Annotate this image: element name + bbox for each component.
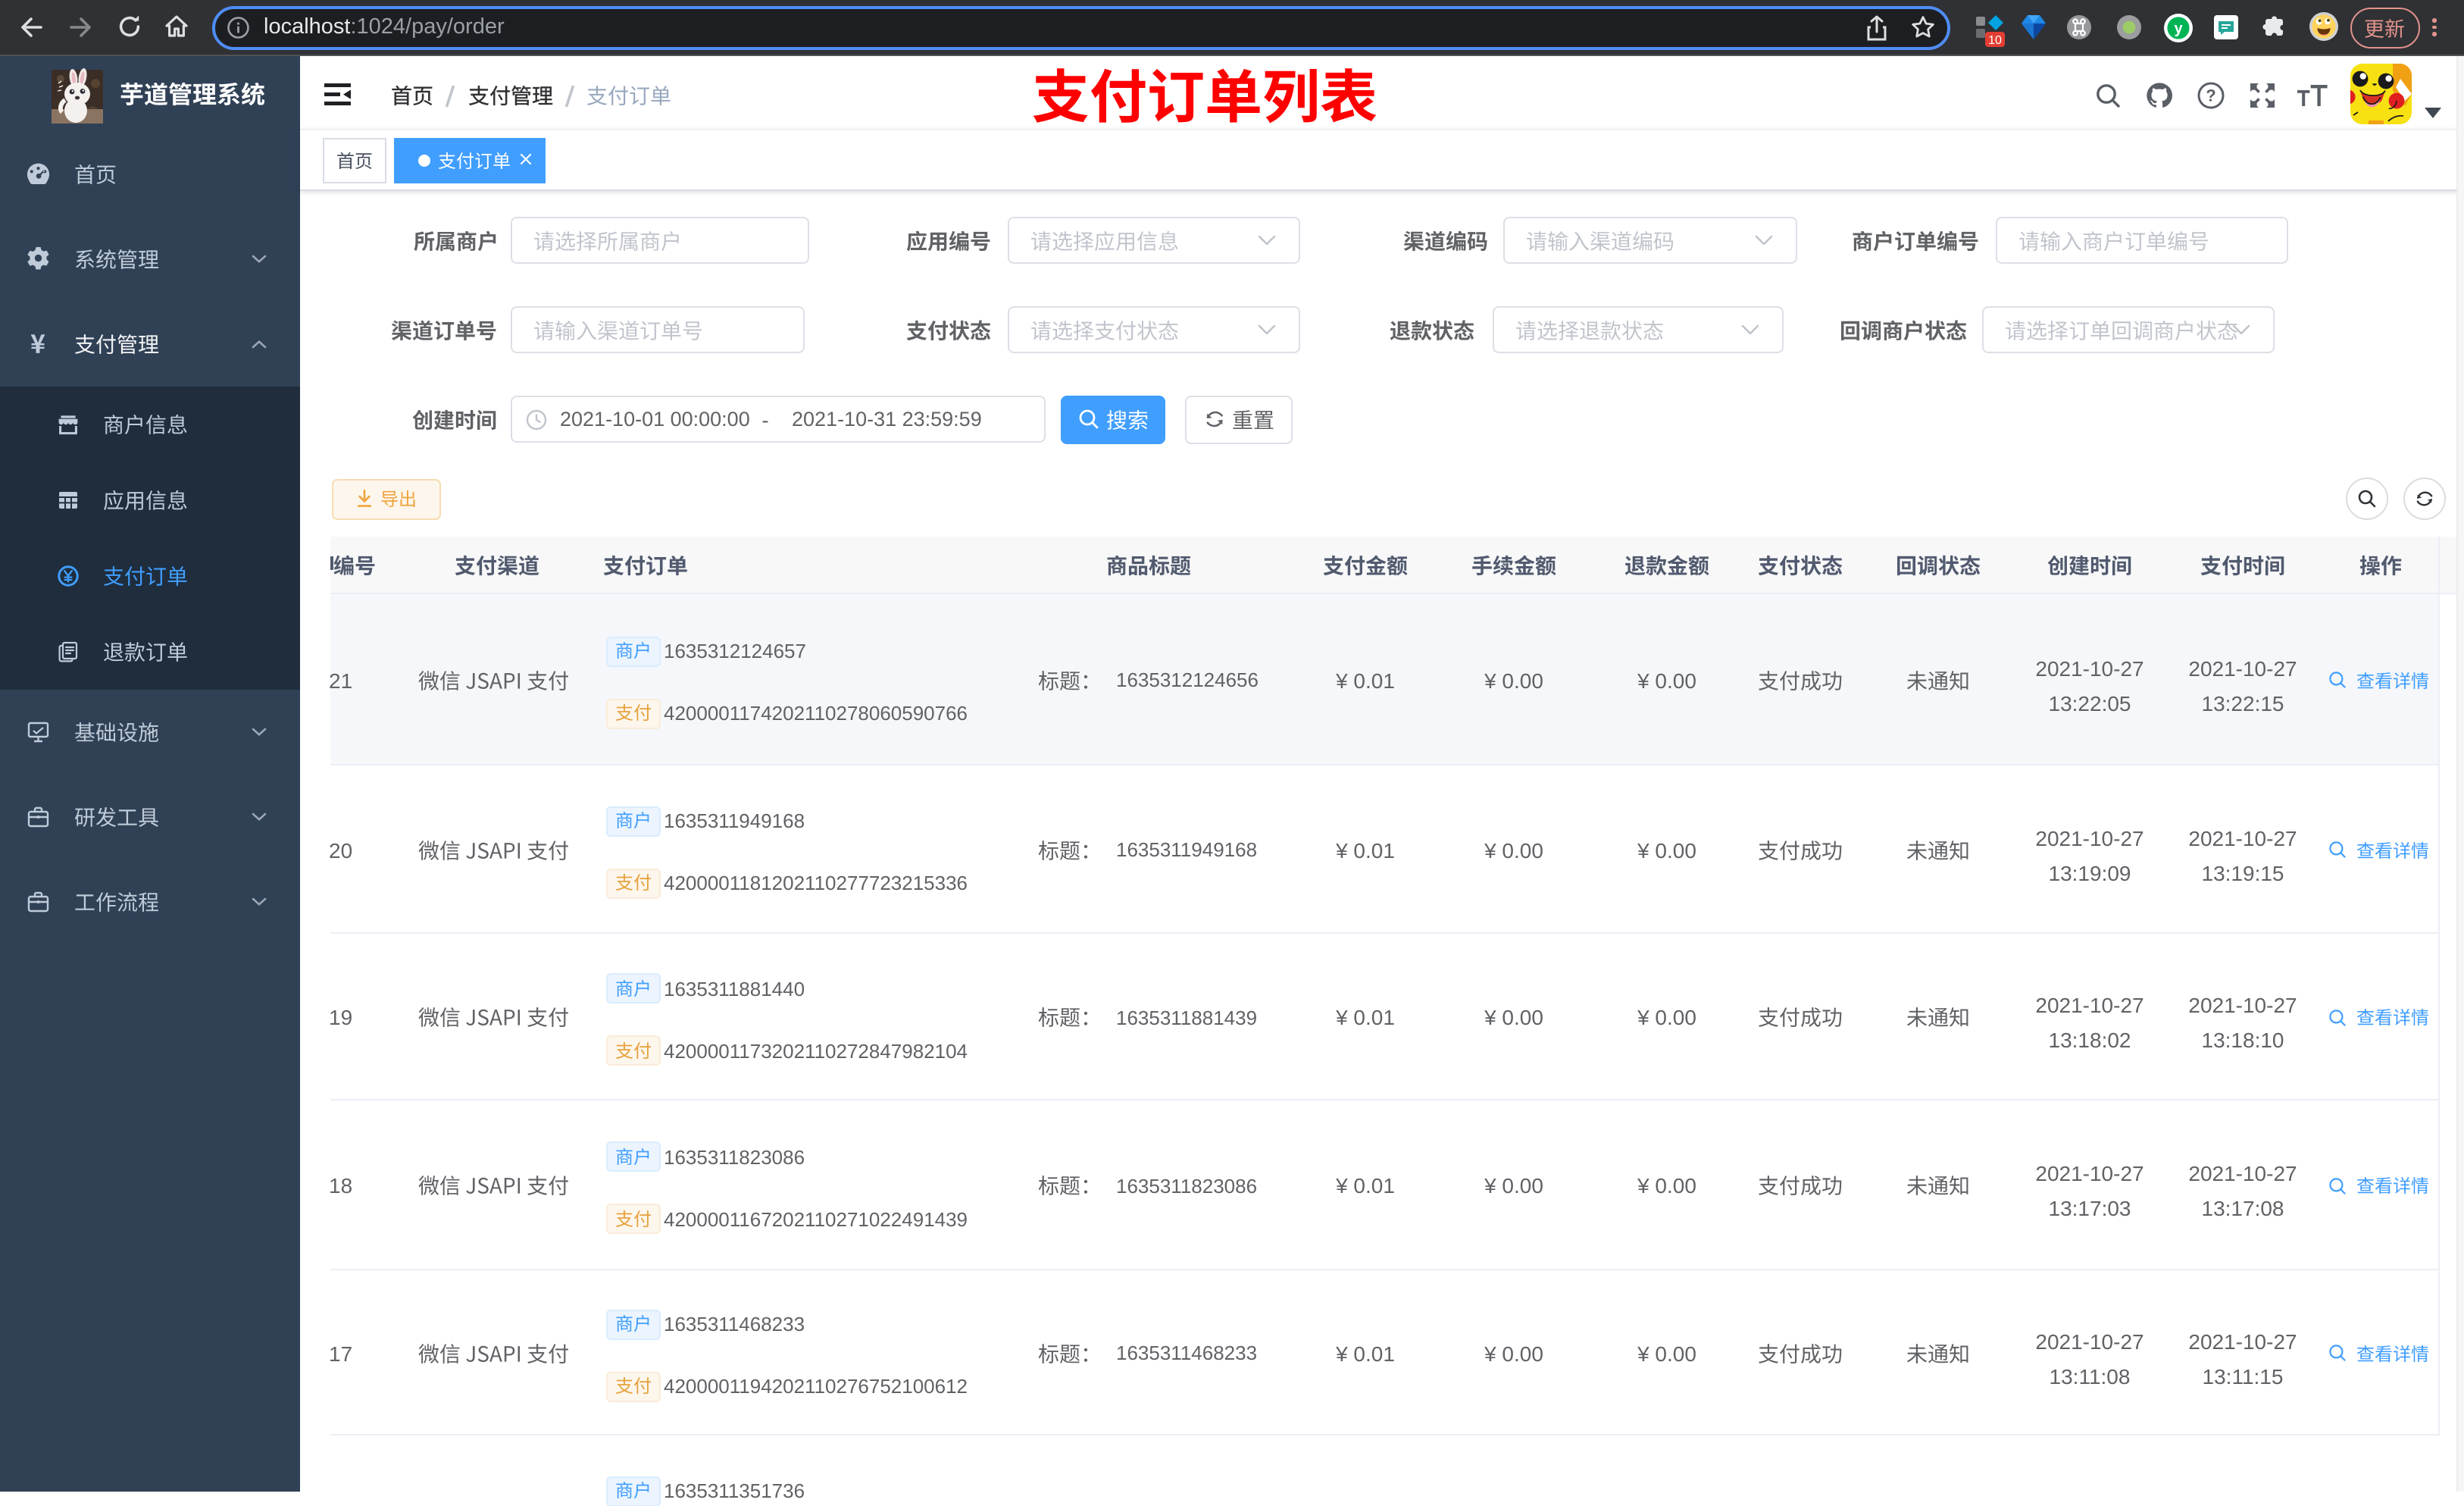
svg-text:y: y	[2174, 20, 2183, 36]
svg-text:10: 10	[1988, 34, 2002, 47]
svg-text:?: ?	[2206, 86, 2215, 105]
